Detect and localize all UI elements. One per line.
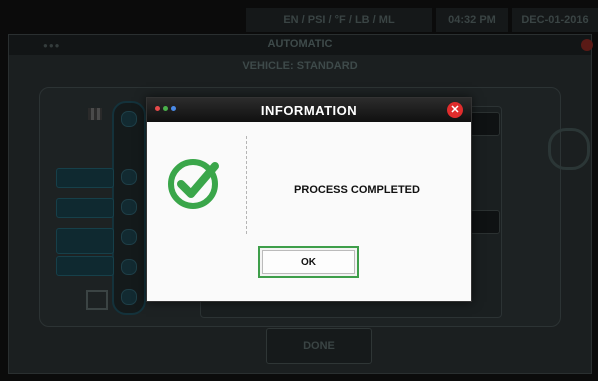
background-control[interactable] <box>470 210 500 234</box>
side-label <box>56 168 114 188</box>
track-node-icon <box>121 289 137 305</box>
background-control[interactable] <box>470 112 500 136</box>
ok-button-label: OK <box>262 250 355 274</box>
side-label <box>56 228 114 254</box>
ok-button[interactable]: OK <box>258 246 359 278</box>
dialog-title: INFORMATION <box>260 103 358 118</box>
side-label <box>56 198 114 218</box>
status-bar: EN / PSI / °F / LB / ML 04:32 PM DEC-01-… <box>246 8 598 32</box>
close-icon[interactable]: ✕ <box>447 102 463 118</box>
window-close-icon[interactable] <box>581 39 593 51</box>
status-check-icon <box>548 128 590 170</box>
check-circle-icon <box>168 159 219 209</box>
dialog-body: PROCESS COMPLETED OK <box>147 122 471 301</box>
side-label <box>56 256 114 276</box>
track-node-icon <box>121 169 137 185</box>
track-node-icon <box>121 199 137 215</box>
window-titlebar: ●●● AUTOMATIC <box>9 35 593 55</box>
track-node-icon <box>121 229 137 245</box>
track-node-icon <box>121 259 137 275</box>
track-node-icon <box>121 111 137 127</box>
done-button[interactable]: DONE <box>266 328 372 364</box>
divider <box>246 136 247 234</box>
dialog-header: INFORMATION ✕ <box>147 98 471 122</box>
progress-track <box>112 101 146 315</box>
checkered-flag-icon <box>88 108 102 120</box>
window-title: AUTOMATIC <box>267 38 333 50</box>
dialog-message: PROCESS COMPLETED <box>294 184 420 196</box>
units-display: EN / PSI / °F / LB / ML <box>246 8 432 32</box>
date-display: DEC-01-2016 <box>512 8 598 32</box>
checkbox[interactable] <box>86 290 108 310</box>
time-display: 04:32 PM <box>436 8 508 32</box>
information-dialog: INFORMATION ✕ PROCESS COMPLETED OK <box>146 97 472 302</box>
vehicle-subtitle: VEHICLE: STANDARD <box>242 60 358 72</box>
